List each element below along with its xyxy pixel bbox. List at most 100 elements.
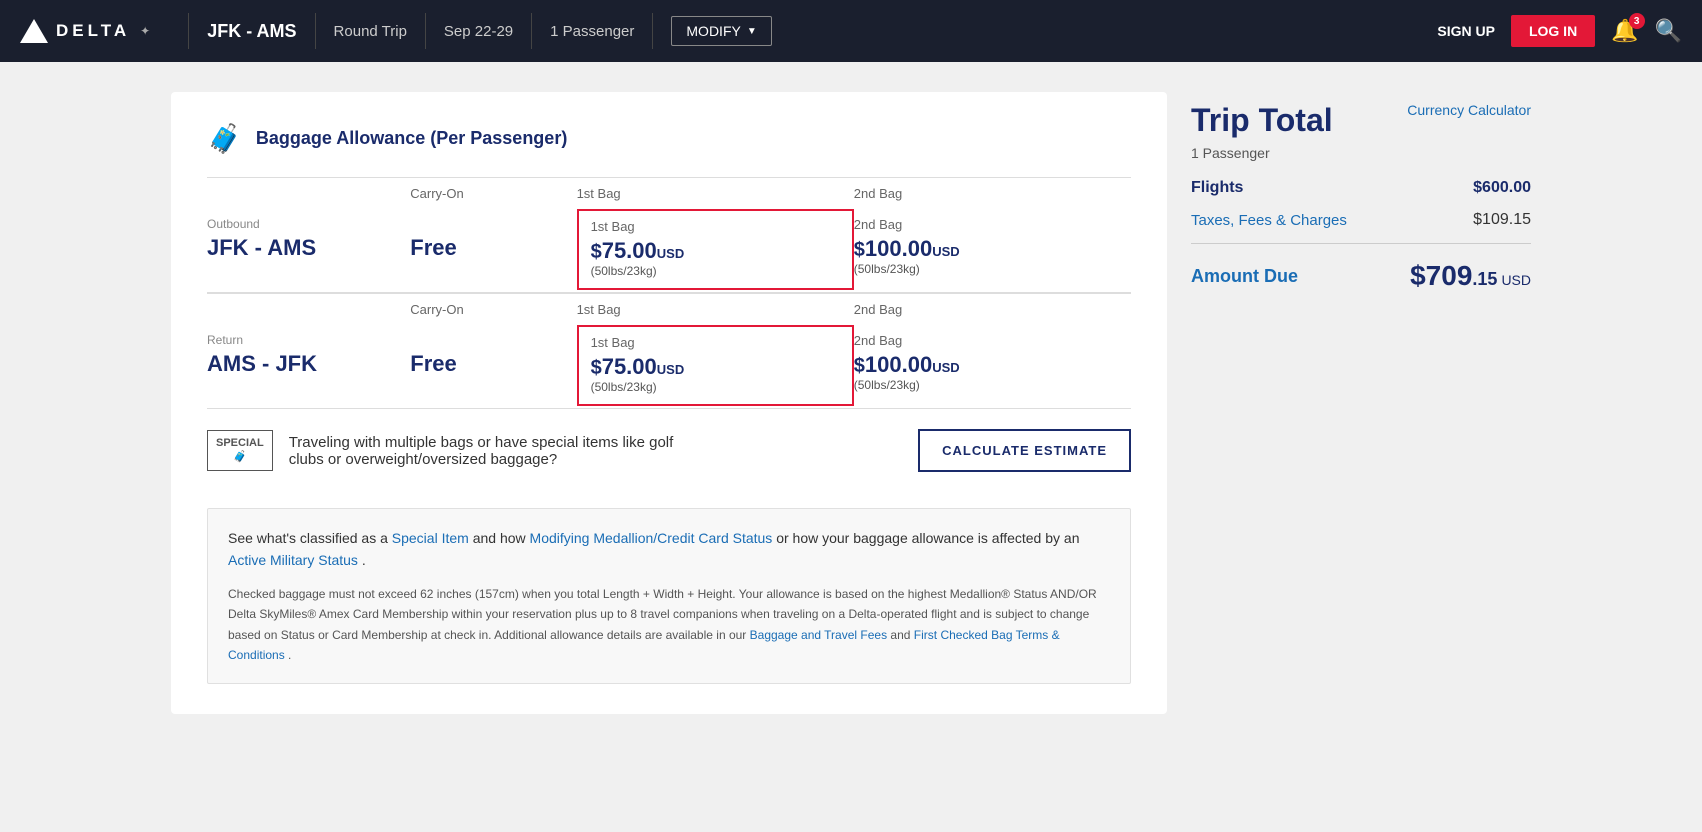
return-firstbag-amount: 75.00: [602, 354, 657, 379]
header-dates: Sep 22-29: [444, 23, 513, 40]
calculate-estimate-button[interactable]: CALCULATE ESTIMATE: [918, 429, 1131, 472]
col-header-firstbag: 1st Bag: [577, 178, 854, 210]
amount-due-label: Amount Due: [1191, 266, 1298, 287]
info-text-after: .: [358, 552, 366, 568]
delta-logo-text: DELTA: [56, 21, 130, 41]
outbound-secondbag-dollar: $: [854, 239, 865, 261]
taxes-price-row: Taxes, Fees & Charges $109.15: [1191, 211, 1531, 229]
amount-due-currency: USD: [1501, 272, 1531, 288]
return-label-header: [207, 294, 410, 326]
outbound-secondbag-label: 2nd Bag: [854, 217, 1121, 232]
header-route: JFK - AMS: [207, 21, 296, 42]
outbound-route: JFK - AMS: [207, 235, 400, 261]
return-firstbag-header: 1st Bag: [577, 294, 854, 326]
login-button[interactable]: LOG IN: [1511, 15, 1595, 47]
return-carryon-header: Carry-On: [410, 294, 576, 326]
outbound-firstbag-weight: (50lbs/23kg): [591, 264, 840, 278]
baggage-icon: 🧳: [207, 122, 242, 155]
col-header-carryon: Carry-On: [410, 178, 576, 210]
outbound-firstbag-currency: USD: [657, 246, 684, 261]
medallion-status-link[interactable]: Modifying Medallion/Credit Card Status: [530, 530, 773, 546]
info-text-middle2: or how your baggage allowance is affecte…: [772, 530, 1079, 546]
estimate-section: SPECIAL 🧳 Traveling with multiple bags o…: [207, 409, 1131, 492]
main-container: 🧳 Baggage Allowance (Per Passenger) Carr…: [151, 92, 1551, 714]
info-box: See what's classified as a Special Item …: [207, 508, 1131, 684]
signup-link[interactable]: SIGN UP: [1437, 23, 1495, 39]
baggage-header: 🧳 Baggage Allowance (Per Passenger): [207, 122, 1131, 155]
outbound-firstbag-dollar: $: [591, 241, 602, 263]
baggage-title: Baggage Allowance (Per Passenger): [256, 128, 567, 149]
flights-price-row: Flights $600.00: [1191, 179, 1531, 197]
outbound-firstbag-price: $75.00USD: [591, 238, 840, 264]
outbound-secondbag-price: $100.00USD: [854, 236, 1121, 262]
header-passengers: 1 Passenger: [550, 23, 634, 40]
return-secondbag-weight: (50lbs/23kg): [854, 378, 1121, 392]
search-button[interactable]: 🔍: [1655, 18, 1682, 44]
amount-due-value: $709.15USD: [1410, 260, 1531, 292]
header-divider-3: [425, 13, 426, 49]
col-header-route: [207, 178, 410, 210]
header-divider-4: [531, 13, 532, 49]
chevron-down-icon: ▼: [747, 26, 757, 37]
trip-total-header: Trip Total Currency Calculator: [1191, 102, 1531, 139]
baggage-table: Carry-On 1st Bag 2nd Bag Outbound JFK - …: [207, 177, 1131, 409]
baggage-fees-link[interactable]: Baggage and Travel Fees: [750, 628, 887, 642]
notification-badge: 3: [1629, 13, 1645, 29]
search-icon: 🔍: [1655, 18, 1682, 43]
return-carryon-label: [410, 333, 566, 347]
notification-bell[interactable]: 🔔 3: [1611, 18, 1638, 44]
return-firstbag-weight: (50lbs/23kg): [591, 380, 840, 394]
outbound-firstbag-amount: 75.00: [602, 238, 657, 263]
special-icon-line1: SPECIAL: [216, 437, 264, 450]
return-row: Return AMS - JFK Free 1st Bag $75.00USD: [207, 325, 1131, 409]
currency-calculator-link[interactable]: Currency Calculator: [1407, 102, 1531, 118]
outbound-firstbag-cell: 1st Bag $75.00USD (50lbs/23kg): [577, 209, 854, 290]
special-bag-icon: SPECIAL 🧳: [207, 430, 273, 470]
right-panel: Trip Total Currency Calculator 1 Passeng…: [1191, 92, 1531, 714]
return-carryon-value: Free: [410, 351, 566, 377]
header-divider-2: [315, 13, 316, 49]
baggage-panel: 🧳 Baggage Allowance (Per Passenger) Carr…: [171, 92, 1167, 714]
return-secondbag-price: $100.00USD: [854, 352, 1121, 378]
taxes-value: $109.15: [1473, 211, 1531, 229]
military-status-link[interactable]: Active Military Status: [228, 552, 358, 568]
outbound-carryon-value: Free: [410, 235, 566, 261]
outbound-row: Outbound JFK - AMS Free 1st Bag $75.00US…: [207, 209, 1131, 293]
estimate-text: Traveling with multiple bags or have spe…: [289, 434, 709, 468]
amount-due-cents: .15: [1472, 269, 1497, 290]
delta-logo[interactable]: DELTA ✦: [20, 19, 150, 43]
return-firstbag-currency: USD: [657, 362, 684, 377]
return-secondbag-label: 2nd Bag: [854, 333, 1121, 348]
info-text-middle1: and how: [469, 530, 530, 546]
main-header: DELTA ✦ JFK - AMS Round Trip Sep 22-29 1…: [0, 0, 1702, 62]
outbound-carryon-label: [410, 217, 566, 231]
modify-button[interactable]: MODIFY ▼: [671, 16, 771, 46]
header-divider-1: [188, 13, 189, 49]
amount-due-row: Amount Due $709.15USD: [1191, 260, 1531, 292]
return-header-row: Carry-On 1st Bag 2nd Bag: [207, 294, 1131, 326]
outbound-secondbag-weight: (50lbs/23kg): [854, 262, 1121, 276]
special-icon-line2: 🧳: [216, 451, 264, 464]
info-box-detail: Checked baggage must not exceed 62 inche…: [228, 584, 1110, 666]
taxes-label: Taxes, Fees & Charges: [1191, 212, 1347, 229]
delta-triangle-icon: [20, 19, 48, 43]
return-firstbag-label: 1st Bag: [591, 335, 840, 350]
return-firstbag-cell: 1st Bag $75.00USD (50lbs/23kg): [577, 325, 854, 406]
return-secondbag-currency: USD: [932, 360, 959, 375]
col-header-secondbag: 2nd Bag: [854, 178, 1131, 210]
return-firstbag-price: $75.00USD: [591, 354, 840, 380]
trip-total-title: Trip Total: [1191, 102, 1333, 139]
passenger-count: 1 Passenger: [1191, 145, 1531, 161]
flights-label: Flights: [1191, 179, 1243, 197]
return-secondbag-header: 2nd Bag: [854, 294, 1131, 326]
special-item-link[interactable]: Special Item: [392, 530, 469, 546]
return-label: Return: [207, 333, 400, 347]
modify-button-label: MODIFY: [686, 23, 740, 39]
header-trip-type: Round Trip: [334, 23, 407, 40]
estimate-left: SPECIAL 🧳 Traveling with multiple bags o…: [207, 430, 709, 470]
outbound-firstbag-label: 1st Bag: [591, 219, 840, 234]
header-divider-5: [652, 13, 653, 49]
amount-due-dollars: $709: [1410, 260, 1472, 292]
outbound-secondbag-currency: USD: [932, 244, 959, 259]
info-text-before: See what's classified as a: [228, 530, 392, 546]
